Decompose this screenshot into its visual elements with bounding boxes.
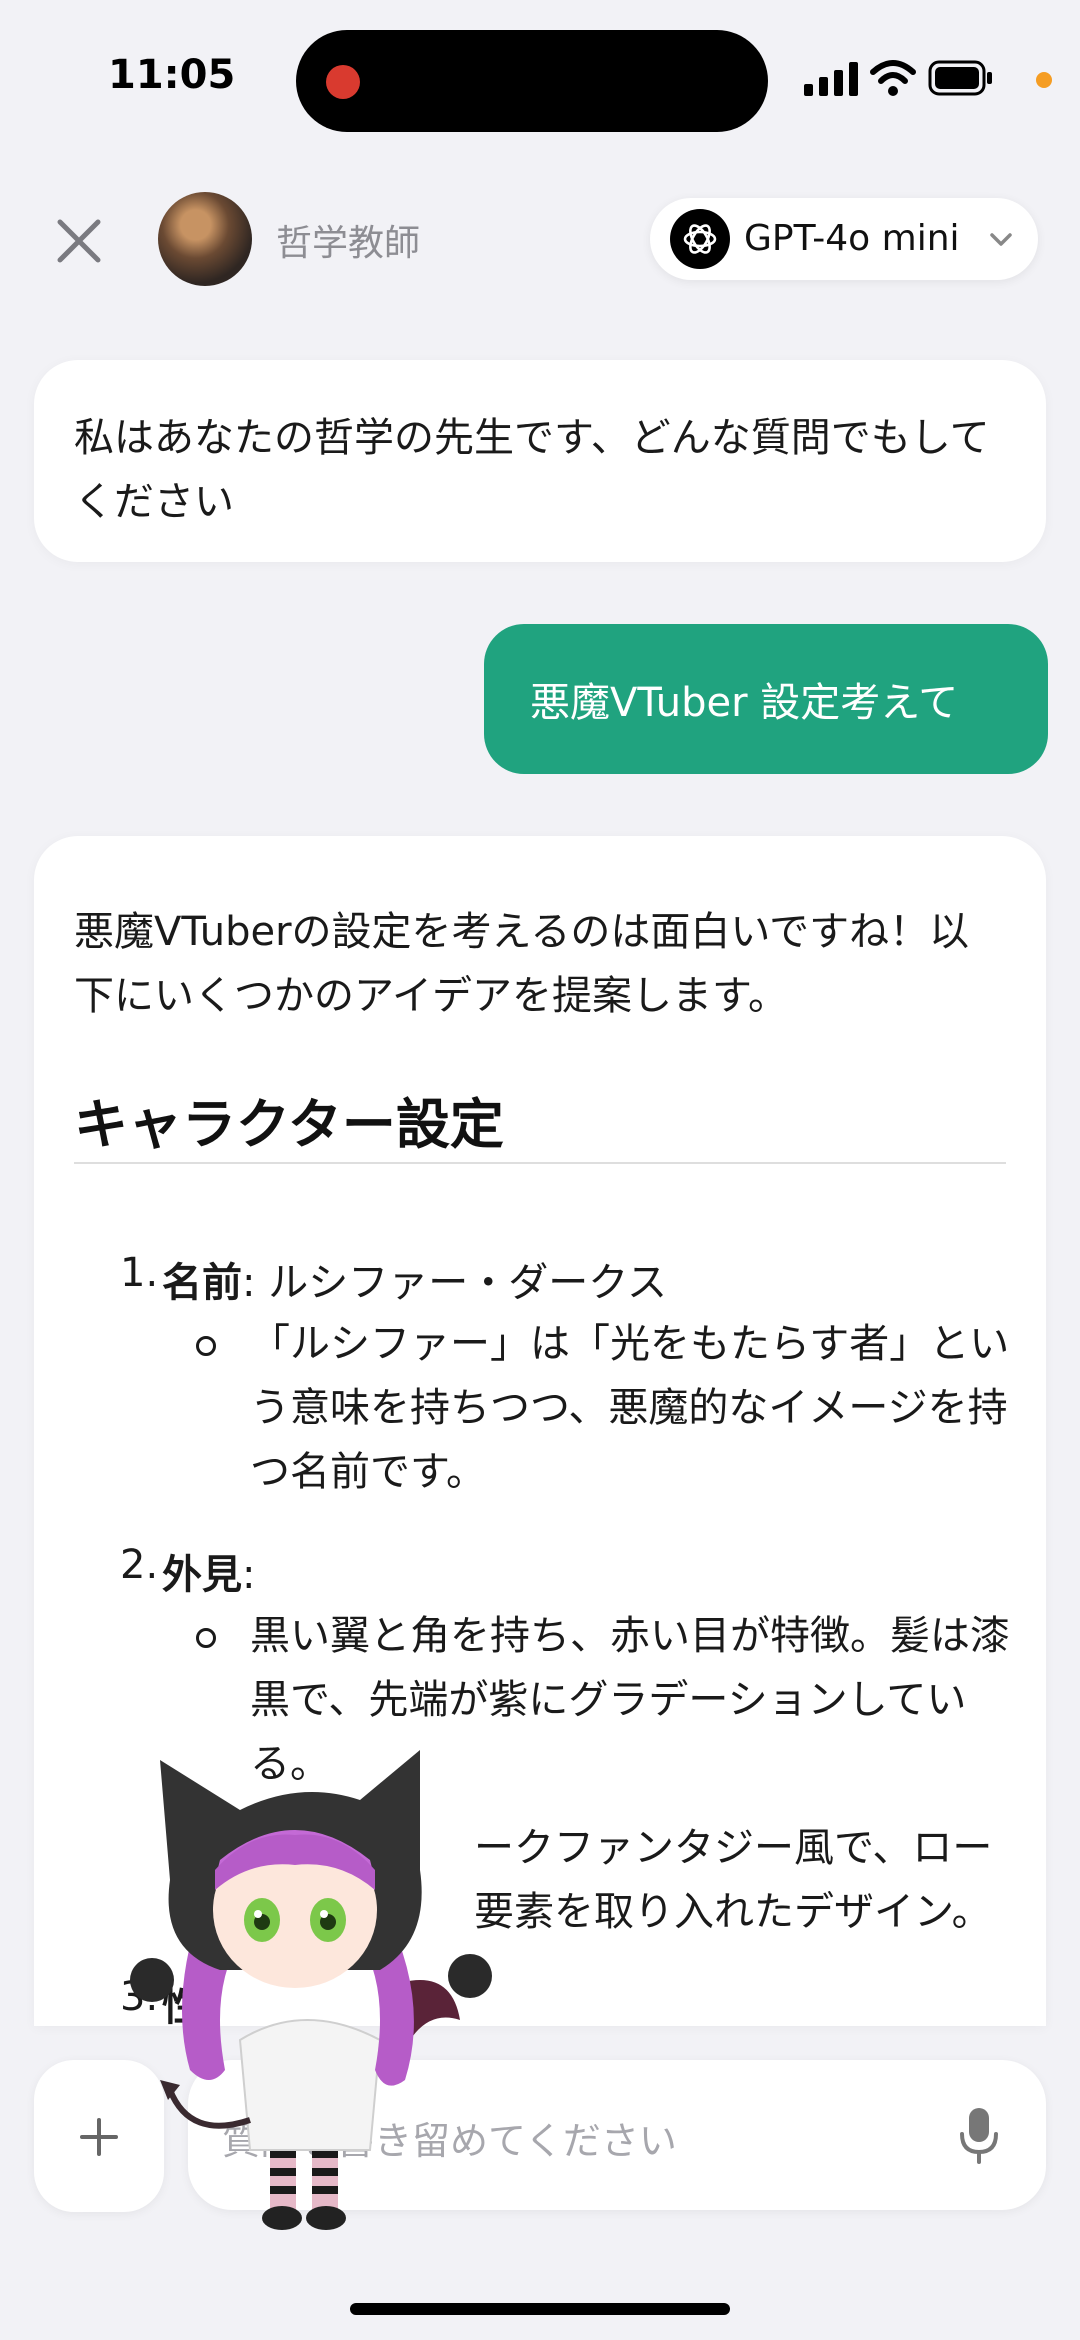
reply-intro: 悪魔VTuberの設定を考えるのは面白いですね！以下にいくつかのアイデアを提案し… xyxy=(74,909,970,1019)
model-selector-button[interactable]: GPT-4o mini xyxy=(650,198,1038,280)
privacy-dot-icon xyxy=(1036,72,1052,88)
microphone-icon[interactable] xyxy=(956,2106,1002,2166)
vtuber-mascot-sticker[interactable] xyxy=(130,1740,530,2240)
list-bullet-1-1: 「ルシファー」は「光をもたらす者」という意味を持ちつつ、悪魔的なイメージを持つ名… xyxy=(250,1321,1010,1495)
list-number-2: 2. xyxy=(120,1542,159,1588)
heading-divider xyxy=(74,1162,1006,1164)
bullet-marker xyxy=(196,1628,216,1648)
wifi-icon xyxy=(870,60,916,96)
list-bullet-2-2: ークファンタジー風で、ロー xyxy=(474,1825,993,1871)
plus-icon xyxy=(80,2118,118,2156)
list-item-2: 外見: xyxy=(162,1542,255,1600)
chevron-down-icon xyxy=(990,233,1012,246)
list-bullet-2-3: 要素を取り入れたデザイン。 xyxy=(474,1889,992,1935)
close-icon[interactable] xyxy=(44,206,114,276)
cellular-signal-icon xyxy=(804,62,858,96)
list-value-2: : xyxy=(242,1552,256,1598)
user-message-bubble: 悪魔VTuber 設定考えて xyxy=(484,624,1048,774)
dynamic-island xyxy=(296,30,768,132)
list-label-1: 名前 xyxy=(162,1260,242,1306)
battery-icon xyxy=(928,60,992,96)
greeting-text: 私はあなたの哲学の先生です、どんな質問でもしてください xyxy=(74,415,990,525)
list-item-1: 名前: ルシファー・ダークス xyxy=(162,1250,667,1308)
persona-avatar[interactable] xyxy=(158,192,252,286)
status-time: 11:05 xyxy=(108,52,236,98)
bullet-marker xyxy=(196,1336,216,1356)
list-label-2: 外見 xyxy=(162,1552,242,1598)
persona-name[interactable]: 哲学教師 xyxy=(276,214,420,266)
user-message-text: 悪魔VTuber 設定考えて xyxy=(530,680,959,726)
list-value-1: : ルシファー・ダークス xyxy=(242,1260,667,1306)
assistant-greeting-bubble: 私はあなたの哲学の先生です、どんな質問でもしてください xyxy=(34,360,1046,562)
openai-logo-icon xyxy=(670,209,730,269)
recording-dot-icon xyxy=(326,65,360,99)
list-number-1: 1. xyxy=(120,1250,159,1296)
reply-heading: キャラクター設定 xyxy=(74,1093,504,1156)
home-indicator xyxy=(350,2303,730,2315)
model-name: GPT-4o mini xyxy=(744,218,960,259)
